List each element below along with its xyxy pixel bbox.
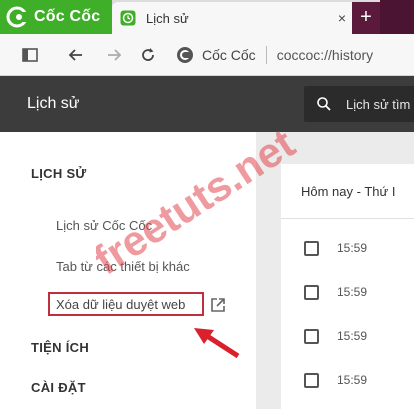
page-title: Lịch sử — [27, 95, 80, 112]
tab-close-icon[interactable]: × — [338, 10, 346, 26]
sidebar-item-other-devices[interactable]: Tab từ các thiết bị khác — [56, 259, 190, 274]
back-arrow-icon[interactable] — [66, 45, 86, 65]
history-search-box[interactable] — [304, 86, 414, 122]
card-divider — [281, 218, 414, 219]
sidebar: LỊCH SỬ Lịch sử Cốc Cốc Tab từ các thiết… — [0, 132, 256, 409]
clear-browsing-data-link[interactable]: Xóa dữ liệu duyệt web — [56, 297, 185, 312]
sidebar-item-coccoc-history[interactable]: Lịch sử Cốc Cốc — [56, 218, 152, 233]
new-tab-button[interactable]: + — [352, 2, 380, 34]
search-icon — [317, 97, 331, 111]
omnibox-divider — [265, 46, 267, 64]
tab-history[interactable]: Lịch sử × — [112, 2, 358, 34]
brand-name: Cốc Cốc — [34, 8, 101, 25]
history-row[interactable]: 15:59 — [304, 370, 367, 390]
omnibox[interactable]: Cốc Cốc coccoc://history — [176, 40, 414, 70]
coccoc-logo-icon — [6, 6, 28, 28]
history-header: Lịch sử — [0, 76, 414, 132]
annotation-arrow-icon — [194, 328, 240, 359]
sidebar-heading-history[interactable]: LỊCH SỬ — [31, 166, 87, 181]
row-time: 15:59 — [337, 285, 368, 299]
omnibox-site-name: Cốc Cốc — [202, 47, 256, 63]
date-heading: Hôm nay - Thứ I — [301, 184, 396, 199]
history-main: Hôm nay - Thứ I 15:59 15:59 15:59 15:59 — [256, 132, 414, 409]
history-row[interactable]: 15:59 — [304, 238, 367, 258]
row-time: 15:59 — [337, 241, 368, 255]
history-card: Hôm nay - Thứ I 15:59 15:59 15:59 15:59 — [281, 164, 414, 409]
sidebar-heading-utilities[interactable]: TIỆN ÍCH — [31, 340, 89, 355]
omnibox-url[interactable]: coccoc://history — [277, 47, 373, 63]
forward-arrow-icon[interactable] — [104, 45, 124, 65]
history-row[interactable]: 15:59 — [304, 282, 367, 302]
history-favicon-icon — [120, 10, 136, 26]
row-checkbox[interactable] — [304, 372, 319, 388]
brand-badge[interactable]: Cốc Cốc — [0, 0, 112, 34]
row-time: 15:59 — [337, 329, 368, 343]
reload-icon[interactable] — [138, 45, 158, 65]
browser-toolbar: Cốc Cốc coccoc://history — [0, 34, 414, 76]
sidebar-heading-settings[interactable]: CÀI ĐẶT — [31, 380, 86, 395]
row-checkbox[interactable] — [304, 240, 319, 256]
tab-title: Lịch sử — [146, 10, 189, 26]
search-input[interactable] — [346, 95, 412, 113]
row-checkbox[interactable] — [304, 284, 319, 300]
sidebar-toggle-icon[interactable] — [20, 45, 40, 65]
row-time: 15:59 — [337, 373, 368, 387]
row-checkbox[interactable] — [304, 328, 319, 344]
history-row[interactable]: 15:59 — [304, 326, 367, 346]
coccoc-site-icon — [177, 47, 193, 63]
tab-strip: Cốc Cốc Lịch sử × + — [0, 0, 414, 34]
window-controls-area — [380, 0, 414, 34]
external-link-icon[interactable] — [210, 297, 226, 313]
